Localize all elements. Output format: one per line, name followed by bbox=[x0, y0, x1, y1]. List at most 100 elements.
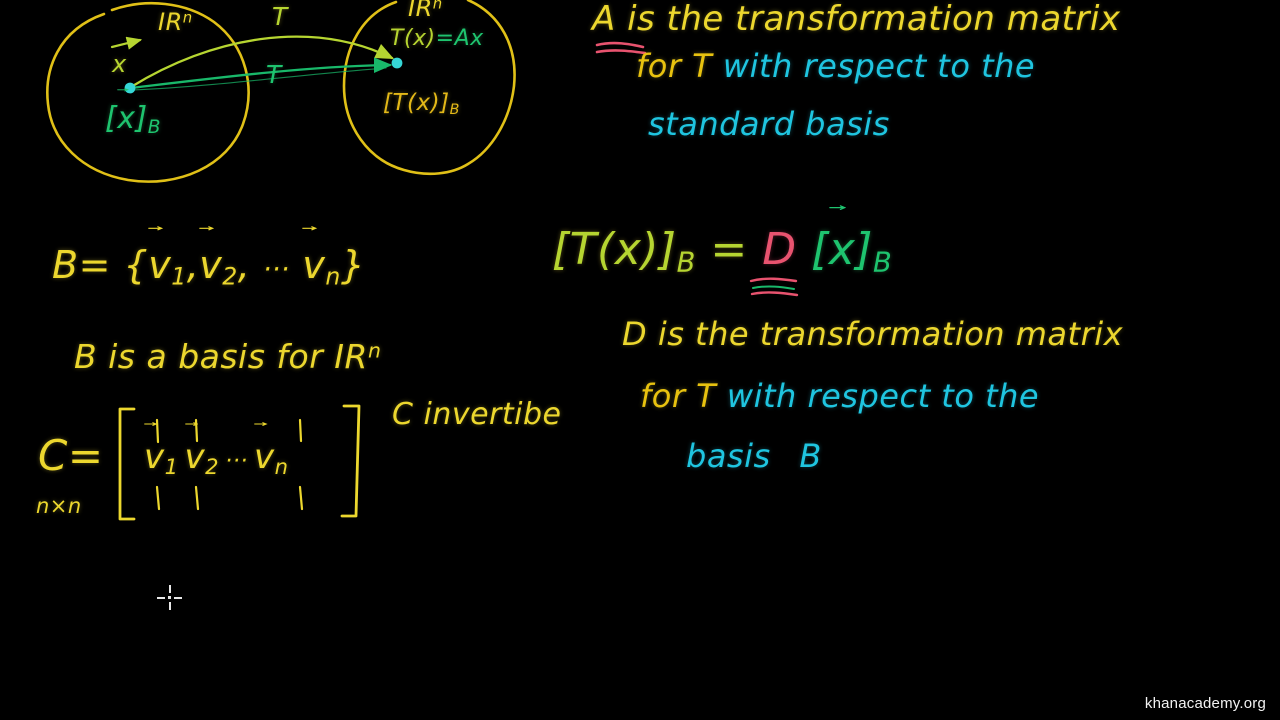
cursor-arm-right bbox=[174, 597, 182, 599]
basis-equals: = bbox=[78, 243, 111, 287]
whiteboard-canvas: IRn x [x]B IRn T(x)=Ax [T(x)]B T T A is … bbox=[0, 0, 1280, 720]
equation-rhs-open: [ bbox=[811, 224, 829, 275]
equation-lhs: [T(x)]B bbox=[552, 224, 696, 277]
right-coord-close-bracket: ] bbox=[440, 90, 450, 116]
basis-v2: v bbox=[199, 243, 223, 287]
left-set-label-exponent: n bbox=[182, 8, 193, 27]
note-d-line2-respect: with respect to the bbox=[726, 377, 1040, 415]
left-set-label-text: IR bbox=[158, 8, 183, 36]
note-a-line2-for-t: for T bbox=[636, 47, 713, 85]
left-point-vector-x: x bbox=[112, 50, 127, 78]
equation-matrix-d: D bbox=[762, 224, 797, 275]
matrix-bracket-right bbox=[340, 404, 361, 518]
note-a-line2-respect: with respect to the bbox=[722, 47, 1036, 85]
basis-comma-2: , bbox=[237, 243, 251, 287]
d-underline-3 bbox=[750, 291, 799, 297]
right-set-label-exponent: n bbox=[432, 0, 443, 13]
vector-arrow-icon bbox=[199, 226, 215, 231]
transform-expr-rhs: Ax bbox=[454, 26, 484, 51]
basis-vn-wrap: v bbox=[302, 226, 326, 287]
note-a-line2: for T with respect to the bbox=[636, 50, 1035, 82]
basis-vn: v bbox=[302, 243, 326, 287]
note-a-line1-rest: is the transformation matrix bbox=[627, 0, 1121, 39]
matrix-col1: v bbox=[144, 437, 165, 477]
khan-academy-watermark: khanacademy.org bbox=[1144, 695, 1266, 712]
basis-v1: v bbox=[148, 243, 172, 287]
basis-statement-text: B is a basis for IR bbox=[74, 337, 368, 376]
d-underline-1 bbox=[749, 277, 798, 283]
left-coord-close-bracket: ] bbox=[135, 101, 148, 136]
left-point-vector-label: x bbox=[112, 52, 127, 76]
cursor-center-dot bbox=[168, 596, 171, 599]
note-d-line2: for T with respect to the bbox=[640, 380, 1039, 412]
right-set-label: IRn bbox=[408, 0, 443, 20]
left-set-circle bbox=[46, 1, 250, 183]
left-point-coordinate-label: [x]B bbox=[105, 88, 161, 139]
vector-arrow-icon bbox=[302, 226, 318, 231]
basis-comma-1: , bbox=[186, 243, 200, 287]
note-d-symbol: D bbox=[622, 315, 648, 353]
left-coord-open-bracket: [ bbox=[105, 101, 118, 136]
equation-lhs-open: [ bbox=[552, 224, 570, 275]
equation-lhs-inner: T(x) bbox=[569, 224, 659, 275]
basis-statement-exponent: n bbox=[367, 338, 382, 363]
arrow-label-lower-t: T bbox=[266, 60, 282, 89]
transform-arrow-lower bbox=[129, 57, 393, 90]
equation-lhs-close: ] bbox=[658, 224, 677, 275]
arrow-label-upper-t: T bbox=[272, 2, 288, 31]
vector-arrow-icon bbox=[117, 88, 130, 92]
transform-arrow-lower-trace bbox=[132, 67, 387, 91]
equation-equals-sign: = bbox=[710, 224, 748, 275]
basis-b-symbol: B bbox=[52, 243, 79, 287]
matrix-bracket-left bbox=[118, 407, 136, 521]
matrix-c-name: C= bbox=[38, 435, 104, 477]
right-coord-inner: T(x) bbox=[392, 90, 441, 116]
right-set-label-text: IR bbox=[408, 0, 433, 22]
left-coord-vector-wrap: x bbox=[117, 88, 136, 136]
right-point-coordinate-label: [T(x)]B bbox=[383, 90, 460, 118]
transform-arrow-upper bbox=[129, 35, 395, 89]
basis-v1-subscript: 1 bbox=[171, 262, 187, 291]
right-coord-subscript-b: B bbox=[449, 101, 460, 118]
left-set-label: IRn bbox=[158, 10, 193, 34]
vector-arrow-icon bbox=[144, 422, 158, 427]
transform-expr-lhs: T(x) bbox=[390, 26, 436, 51]
left-coord-vector-x: x bbox=[117, 101, 136, 136]
transform-expr-equals: = bbox=[435, 26, 455, 51]
matrix-col2-wrap: v bbox=[184, 422, 206, 477]
matrix-col1-subscript: 1 bbox=[164, 453, 179, 479]
equation-rhs-subscript: B bbox=[872, 247, 893, 279]
equation-rhs-inner: x bbox=[828, 224, 856, 275]
matrix-coln: v bbox=[254, 437, 275, 477]
cursor-arm-bottom bbox=[169, 602, 171, 610]
note-a-line1: A is the transformation matrix bbox=[592, 2, 1121, 36]
basis-set-open-brace: { bbox=[123, 243, 149, 287]
equation-lhs-subscript: B bbox=[676, 247, 696, 279]
vector-arrow-icon bbox=[254, 422, 268, 427]
matrix-col1-wrap: v bbox=[144, 422, 165, 477]
x-vector-arrow-left bbox=[110, 36, 143, 50]
equation-rhs-close: ] bbox=[855, 224, 873, 275]
equation-rhs: [x]B bbox=[811, 205, 892, 277]
left-point-dot bbox=[124, 82, 136, 94]
matrix-c-symbol: C bbox=[38, 431, 68, 480]
basis-set-close-brace: } bbox=[340, 243, 366, 287]
crosshair-cursor bbox=[157, 585, 183, 611]
note-d-line1-rest: is the transformation matrix bbox=[657, 315, 1124, 353]
note-d-line3-basis: basis bbox=[686, 437, 771, 475]
equation-rhs-vector-wrap: x bbox=[829, 205, 856, 272]
note-d-line3: basis B bbox=[686, 440, 822, 472]
basis-v2-wrap: v bbox=[199, 226, 223, 287]
basis-v1-wrap: v bbox=[148, 226, 172, 287]
note-d-line3-b: B bbox=[799, 437, 822, 475]
left-coord-subscript-b: B bbox=[147, 117, 161, 139]
matrix-col2: v bbox=[184, 437, 206, 477]
basis-vn-subscript: n bbox=[325, 262, 341, 291]
vector-arrow-icon bbox=[829, 205, 847, 211]
note-d-line2-for-t: for T bbox=[640, 377, 717, 415]
basis-statement: B is a basis for IRn bbox=[74, 340, 381, 373]
d-underline-2 bbox=[752, 285, 795, 290]
note-a-line3: standard basis bbox=[648, 105, 890, 143]
matrix-ellipsis: ··· bbox=[225, 448, 248, 474]
right-point-dot bbox=[391, 57, 403, 69]
